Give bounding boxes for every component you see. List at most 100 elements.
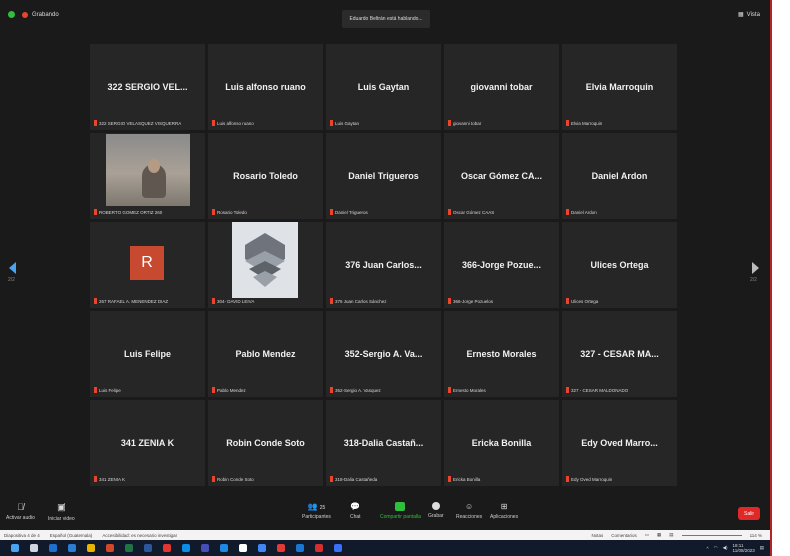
unmute-audio-button[interactable]: 🎙̸ Activar audio [6, 502, 35, 521]
security-shield-icon[interactable] [8, 11, 15, 18]
record-icon [431, 502, 440, 510]
previous-page-arrow-icon[interactable] [9, 262, 16, 274]
participant-name: giovanni tobar [470, 82, 533, 92]
participant-tile[interactable]: 318-Dalia Castañ... 318-Dalia Castañeda [326, 400, 441, 486]
app-icon-2[interactable] [296, 544, 304, 552]
participant-tile[interactable]: Rosario Toledo Rosario Toledo [208, 133, 323, 219]
notes-button[interactable]: Notas [591, 533, 603, 538]
participant-tile[interactable]: Daniel Trigueros Daniel Trigueros [326, 133, 441, 219]
muted-mic-icon [212, 298, 215, 304]
share-screen-button[interactable]: Compartir pantalla [380, 502, 421, 520]
participant-tile[interactable]: 322 SERGIO VEL... 322 SERGIO VELASQUEZ V… [90, 44, 205, 130]
excel-icon[interactable] [125, 544, 133, 552]
participant-tile[interactable]: Robin Conde Soto Robin Conde Soto [208, 400, 323, 486]
language-indicator[interactable]: Español (Guatemala) [50, 533, 93, 538]
participant-name: Daniel Ardon [591, 171, 648, 181]
participant-label: Elvia Marroquin [566, 120, 602, 126]
participant-label-text: Oscar Gómez CAAS [453, 209, 495, 215]
tray-chevron-icon[interactable]: ^ [707, 546, 709, 551]
muted-mic-icon [448, 476, 451, 482]
participant-label-text: 341 ZENIA K [99, 476, 126, 482]
participant-tile-avatar[interactable]: 304- DAVID LEIVA [208, 222, 323, 308]
participant-tile[interactable]: Ernesto Morales Ernesto Morales [444, 311, 559, 397]
app-icon[interactable] [277, 544, 285, 552]
slide-sorter-icon[interactable]: ▦ [657, 532, 661, 538]
muted-mic-icon [448, 120, 451, 126]
volume-icon[interactable]: ◀) [723, 545, 728, 551]
teams-icon[interactable] [201, 544, 209, 552]
windows-start-icon[interactable] [11, 544, 19, 552]
participant-label: ROBERTO GOMEZ ORTIZ 260 [94, 209, 162, 215]
participant-tile[interactable]: Luis alfonso ruano Luis alfonso ruano [208, 44, 323, 130]
start-video-button[interactable]: ▣̸ Iniciar video [48, 502, 75, 522]
participant-tile[interactable]: Luis Gaytan Luis Gaytan [326, 44, 441, 130]
comments-button[interactable]: Comentarios [611, 533, 637, 538]
reactions-button[interactable]: ☺ Reacciones [456, 502, 482, 520]
reactions-icon: ☺ [464, 502, 474, 511]
apps-icon: ⊞ [500, 502, 508, 511]
search-icon[interactable] [30, 544, 38, 552]
participants-button[interactable]: 👥 25 Participantes [302, 502, 331, 520]
zoom-app-icon[interactable] [182, 544, 190, 552]
zoom-slider[interactable] [681, 534, 742, 536]
participant-tile[interactable]: Ulices Ortega Ulices Ortega [562, 222, 677, 308]
zoom-z-icon[interactable] [334, 544, 342, 552]
accessibility-status[interactable]: Accesibilidad: es necesario investigar [102, 533, 177, 538]
powerpoint-icon[interactable] [106, 544, 114, 552]
outlook-icon[interactable] [68, 544, 76, 552]
muted-mic-icon [94, 387, 97, 393]
normal-view-icon[interactable]: ▭ [645, 532, 649, 538]
recording-indicator[interactable]: Grabando [8, 11, 59, 18]
participant-tile[interactable]: 376 Juan Carlos... 376 Juan Carlos Sánch… [326, 222, 441, 308]
chrome-icon[interactable] [258, 544, 266, 552]
view-button[interactable]: ▦ Vista [738, 11, 760, 19]
muted-mic-icon [566, 120, 569, 126]
share-screen-label: Compartir pantalla [380, 514, 421, 520]
leave-button[interactable]: Salir [738, 507, 760, 520]
reading-view-icon[interactable]: ▤ [669, 532, 673, 538]
edge-browser-icon[interactable] [49, 544, 57, 552]
muted-mic-icon [94, 120, 97, 126]
participant-name: 318-Dalia Castañ... [343, 438, 424, 448]
video-off-icon: ▣̸ [57, 502, 66, 512]
participant-label: Ulices Ortega [566, 298, 598, 304]
participant-label-text: Daniel Ardon [571, 209, 597, 215]
profile-picture [232, 222, 298, 298]
store-icon[interactable] [220, 544, 228, 552]
muted-mic-icon [212, 476, 215, 482]
next-page-arrow-icon[interactable] [752, 262, 759, 274]
acrobat-icon[interactable] [163, 544, 171, 552]
participant-tile[interactable]: 327 - CESAR MA... 327 - CESAR MALDONADO [562, 311, 677, 397]
participant-tile[interactable]: Ericka Bonilla Ericka Bonilla [444, 400, 559, 486]
record-button[interactable]: Grabar [428, 502, 444, 519]
participant-tile[interactable]: Daniel Ardon Daniel Ardon [562, 133, 677, 219]
apps-button[interactable]: ⊞ Aplicaciones [490, 502, 518, 520]
participant-tile[interactable]: Luis Felipe Luis Felipe [90, 311, 205, 397]
participant-label: 376 Juan Carlos Sánchez [330, 298, 387, 304]
participant-tile[interactable]: 366-Jorge Pozue... 366-Jorge Pozuelos [444, 222, 559, 308]
app-icon-3[interactable] [315, 544, 323, 552]
wifi-icon[interactable]: ◠ [714, 545, 718, 551]
muted-mic-icon [330, 387, 333, 393]
clock[interactable]: 18:11 11/08/2023 [733, 543, 755, 553]
participant-label-text: Elvia Marroquin [571, 120, 603, 126]
participant-name: Pablo Mendez [235, 349, 296, 359]
participant-tile[interactable]: giovanni tobar giovanni tobar [444, 44, 559, 130]
participant-tile-avatar[interactable]: R 267 RAFAEL A. MENENDEZ DIAZ [90, 222, 205, 308]
word-icon[interactable] [144, 544, 152, 552]
chat-button[interactable]: 💬 Chat [350, 502, 361, 520]
participant-tile[interactable]: Oscar Gómez CA... Oscar Gómez CAAS [444, 133, 559, 219]
participant-label-text: Robin Conde Soto [217, 476, 254, 482]
participants-label: Participantes [302, 514, 331, 520]
notifications-icon[interactable]: ▤ [760, 545, 764, 551]
participant-tile[interactable]: 352-Sergio A. Va... 352-Sergio A. Vasque… [326, 311, 441, 397]
file-explorer-icon[interactable] [87, 544, 95, 552]
participant-tile-video[interactable]: ROBERTO GOMEZ ORTIZ 260 [90, 133, 205, 219]
participant-tile[interactable]: Elvia Marroquin Elvia Marroquin [562, 44, 677, 130]
participant-tile[interactable]: Edy Oved Marro... Edy Oved Marroquin [562, 400, 677, 486]
participant-tile[interactable]: Pablo Mendez Pablo Mendez [208, 311, 323, 397]
participant-label: 327 - CESAR MALDONADO [566, 387, 628, 393]
notepad-icon[interactable] [239, 544, 247, 552]
zoom-level[interactable]: 114 % [750, 533, 762, 538]
participant-tile[interactable]: 341 ZENIA K 341 ZENIA K [90, 400, 205, 486]
